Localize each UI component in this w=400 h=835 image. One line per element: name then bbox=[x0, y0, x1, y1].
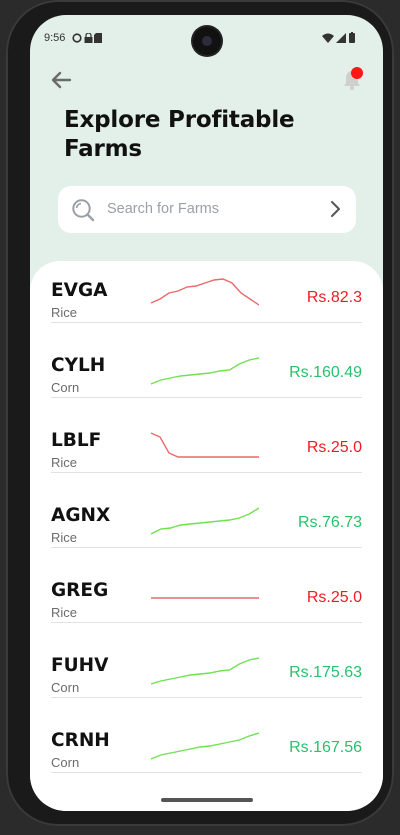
price-sparkline bbox=[150, 657, 259, 685]
price-sparkline bbox=[150, 432, 259, 458]
price-sparkline bbox=[150, 278, 259, 306]
farm-crop: Rice bbox=[51, 305, 78, 320]
phone-frame: 9:56 Explore Profitable Farms Search for… bbox=[6, 0, 394, 826]
sync-icon bbox=[72, 33, 82, 43]
farm-price: Rs.175.63 bbox=[289, 664, 362, 681]
status-time: 9:56 bbox=[44, 32, 66, 44]
farm-code: FUHV bbox=[51, 655, 109, 676]
sparkline-path bbox=[150, 507, 259, 535]
farm-price: Rs.160.49 bbox=[289, 364, 362, 381]
price-sparkline bbox=[150, 357, 259, 385]
battery-icon bbox=[349, 32, 355, 43]
search-bar[interactable]: Search for Farms bbox=[58, 186, 356, 233]
price-sparkline bbox=[150, 732, 259, 760]
farm-code: AGNX bbox=[51, 505, 111, 526]
wifi-icon bbox=[322, 33, 334, 43]
sparkline-path bbox=[150, 432, 259, 458]
farm-crop: Corn bbox=[51, 680, 80, 695]
sparkline-path bbox=[150, 657, 259, 685]
sparkline-path bbox=[150, 278, 259, 306]
farm-list-sheet: EVGA Rice Rs.82.3 CYLH Corn Rs.160.49 LBLF Rice… bbox=[30, 261, 383, 811]
farm-price: Rs.25.0 bbox=[306, 439, 362, 456]
farm-code: GREG bbox=[51, 580, 109, 601]
home-indicator[interactable] bbox=[161, 798, 253, 802]
farm-list-item[interactable]: GREG Rice Rs.25.0 bbox=[51, 547, 362, 623]
farm-code: EVGA bbox=[51, 280, 108, 301]
back-arrow-icon[interactable] bbox=[50, 69, 72, 91]
farm-crop: Rice bbox=[51, 530, 78, 545]
farm-price: Rs.25.0 bbox=[306, 589, 362, 606]
cell-signal-icon bbox=[336, 33, 346, 43]
farm-code: LBLF bbox=[51, 430, 102, 451]
farm-price: Rs.76.73 bbox=[297, 514, 362, 531]
search-placeholder: Search for Farms bbox=[107, 201, 219, 217]
page-title: Explore Profitable Farms bbox=[64, 107, 295, 162]
lock-status-icon bbox=[84, 33, 93, 43]
farm-code: CYLH bbox=[51, 355, 106, 376]
app-screen: 9:56 Explore Profitable Farms Search for… bbox=[30, 15, 383, 811]
farm-crop: Corn bbox=[51, 755, 80, 770]
sparkline-path bbox=[150, 732, 259, 760]
chevron-right-icon[interactable] bbox=[328, 200, 342, 218]
farm-crop: Rice bbox=[51, 455, 78, 470]
sim-card-icon bbox=[94, 33, 102, 43]
farm-crop: Corn bbox=[51, 380, 80, 395]
farm-list-item[interactable]: FUHV Corn Rs.175.63 bbox=[51, 622, 362, 698]
farm-list-item[interactable]: EVGA Rice Rs.82.3 bbox=[51, 247, 362, 323]
farm-list-item[interactable]: AGNX Rice Rs.76.73 bbox=[51, 472, 362, 548]
sparkline-path bbox=[150, 357, 259, 385]
farm-list-item[interactable]: LBLF Rice Rs.25.0 bbox=[51, 397, 362, 473]
farm-crop: Rice bbox=[51, 605, 78, 620]
price-sparkline bbox=[150, 507, 259, 535]
search-icon bbox=[72, 199, 95, 222]
farm-list-item[interactable]: CRNH Corn Rs.167.56 bbox=[51, 697, 362, 773]
farm-code: CRNH bbox=[51, 730, 110, 751]
farm-price: Rs.82.3 bbox=[306, 289, 362, 306]
front-camera bbox=[193, 27, 221, 55]
notification-badge bbox=[351, 67, 363, 79]
price-sparkline bbox=[151, 597, 259, 599]
farm-list-item[interactable]: CYLH Corn Rs.160.49 bbox=[51, 322, 362, 398]
farm-price: Rs.167.56 bbox=[289, 739, 362, 756]
